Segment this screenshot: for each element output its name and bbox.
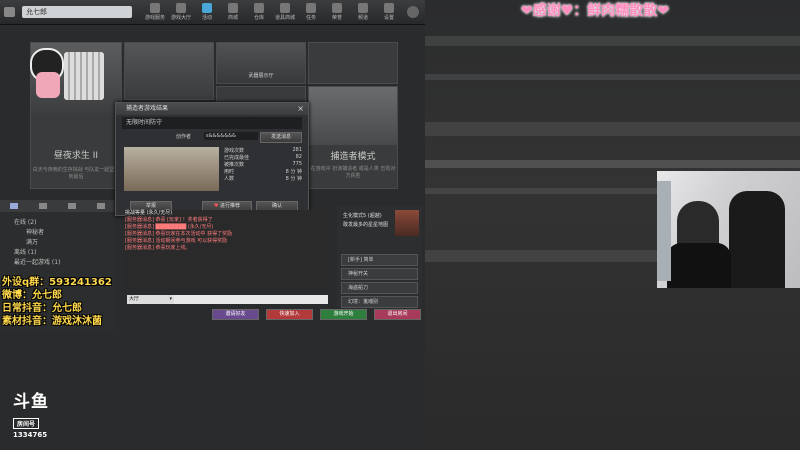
settings-icon bbox=[384, 3, 394, 13]
chevron-down-icon: ▾ bbox=[169, 296, 172, 302]
chat-line: [服务器消息] 活动期间参与游戏 可以获得奖励 bbox=[125, 238, 228, 244]
storage-icon bbox=[254, 3, 264, 13]
glitch-band bbox=[425, 122, 800, 136]
service-icon bbox=[150, 3, 160, 13]
sticker-body bbox=[36, 72, 60, 98]
glitch-band bbox=[425, 74, 800, 80]
stat-row: 已完成最佳 82 bbox=[224, 154, 302, 161]
nav-item[interactable]: 活动 bbox=[194, 1, 220, 23]
dialog-title: 捕造者游戏结果 bbox=[116, 103, 308, 115]
room-option[interactable]: 幻境：鬼魂别 bbox=[341, 296, 418, 308]
mail-tab-icon[interactable] bbox=[96, 203, 105, 209]
quick-join-button[interactable]: 快速加入 bbox=[266, 309, 313, 320]
mode-card-soldier[interactable] bbox=[124, 42, 214, 100]
lobby-icon bbox=[176, 3, 186, 13]
tree-row[interactable]: 离线 (1) bbox=[14, 248, 115, 258]
chat-line: [服务器消息] 恭喜 [玩家] ！奖者获得了 bbox=[125, 217, 213, 223]
clan-tab-icon[interactable] bbox=[39, 203, 48, 209]
overlay-material-douyin: 素材抖音：游戏沐沐菌 bbox=[2, 316, 102, 327]
stat-row: 用时 8 分 钟 bbox=[224, 169, 302, 175]
room-number: 1334765 bbox=[13, 431, 48, 439]
mode-desc: 白天与夜晚的生存挑战 与队友一起坚持到最后 bbox=[32, 167, 120, 180]
mode-card-weapon[interactable]: 武器展示厅 bbox=[216, 42, 306, 84]
nav-item[interactable]: 任务 bbox=[298, 1, 324, 23]
nav-item[interactable]: 商城 bbox=[220, 1, 246, 23]
owner-value: s&&&&&&& bbox=[204, 132, 258, 140]
room-info-panel: 生化模式5 (超越) 敢发最多的星星地图 [新手] 简单 神秘开关 海盗船刀 幻… bbox=[337, 206, 422, 308]
chat-line: [服务器消息] 恭喜玩家上线。 bbox=[125, 245, 191, 251]
mode-image bbox=[309, 87, 397, 145]
map-preview bbox=[124, 147, 219, 191]
mode-card-predator[interactable]: 捕造者模式 在游戏中 扮演捕造者 或是人类 击败对方获胜 bbox=[308, 86, 398, 189]
chat-line: 挑战等量 (永久/无尽) bbox=[125, 210, 173, 216]
event-icon bbox=[202, 3, 212, 13]
item-shop-icon bbox=[280, 3, 290, 13]
shop-icon bbox=[228, 3, 238, 13]
radiator-sticker bbox=[64, 52, 104, 100]
mode-title: 武器展示厅 bbox=[248, 73, 274, 79]
mode-title: 捕造者模式 bbox=[330, 152, 376, 162]
webcam-feed bbox=[657, 171, 800, 288]
tree-row[interactable]: 最近一起游戏 (1) bbox=[14, 258, 115, 268]
power-icon[interactable] bbox=[407, 6, 419, 18]
honor-icon bbox=[332, 3, 342, 13]
stat-row: 游戏次数 281 bbox=[224, 147, 302, 154]
friend-tab-icon[interactable] bbox=[10, 203, 19, 209]
nav-item[interactable]: 游戏大厅 bbox=[168, 1, 194, 23]
close-icon[interactable]: × bbox=[297, 104, 304, 113]
mode-card-challenge[interactable] bbox=[308, 42, 398, 84]
tree-row[interactable]: 神秘者 bbox=[14, 228, 115, 238]
search-input[interactable]: 允七郎 bbox=[22, 6, 132, 18]
shelf bbox=[657, 181, 671, 281]
send-message-button[interactable]: 发送消息 bbox=[260, 132, 302, 143]
stat-row: 人数 8 分 钟 bbox=[224, 176, 302, 182]
stat-row: 被推次数 775 bbox=[224, 161, 302, 168]
tree-row[interactable]: 在线 (2) bbox=[14, 218, 115, 228]
glitch-band bbox=[425, 160, 800, 168]
owner-label: 创作者 bbox=[176, 134, 192, 140]
stats-list: 游戏次数 281 已完成最佳 82 被推次数 775 用时 8 分 钟 人数 8 分 钟 bbox=[224, 147, 302, 182]
streamer-body bbox=[667, 243, 731, 288]
glitch-band bbox=[425, 36, 800, 46]
mode-title: 昼夜求生 II bbox=[53, 151, 99, 161]
start-game-button[interactable]: 游戏开始 bbox=[320, 309, 367, 320]
chat-line: [服务器消息] 恭喜玩家在本次活动中 获得了奖励 bbox=[125, 231, 233, 237]
room-option[interactable]: 海盗船刀 bbox=[341, 282, 418, 294]
mode-desc: 在游戏中 扮演捕造者 或是人类 击败对方获胜 bbox=[310, 166, 396, 179]
room-option[interactable]: 神秘开关 bbox=[341, 268, 418, 280]
leave-room-button[interactable]: 退出房间 bbox=[374, 309, 421, 320]
nav-item[interactable]: 道具商城 bbox=[272, 1, 298, 23]
invite-friends-button[interactable]: 邀请好友 bbox=[212, 309, 259, 320]
menu-icon[interactable] bbox=[4, 7, 15, 17]
result-dialog: 捕造者游戏结果 × 无限时间防守 创作者 s&&&&&&& 发送消息 游戏次数 2… bbox=[115, 102, 309, 216]
friends-tabs bbox=[0, 200, 115, 212]
channel-tab-icon[interactable] bbox=[67, 203, 76, 209]
gaming-chair bbox=[729, 191, 785, 288]
thanks-banner: ❤感谢♥：鲜肉糯散散❤ bbox=[520, 3, 669, 19]
chat-input[interactable] bbox=[174, 295, 328, 304]
channel-icon bbox=[358, 3, 368, 13]
nav-item[interactable]: 仓库 bbox=[246, 1, 272, 23]
nav-item[interactable]: 荣誉 bbox=[324, 1, 350, 23]
room-option[interactable]: [新手] 简单 bbox=[341, 254, 418, 266]
mission-icon bbox=[306, 3, 316, 13]
dialog-subtitle: 无限时间防守 bbox=[122, 117, 302, 129]
douyu-logo: 斗鱼 房间号 1334765 bbox=[13, 393, 58, 439]
nav-item[interactable]: 频道 bbox=[350, 1, 376, 23]
chat-log: 挑战等量 (永久/无尽) [服务器消息] 恭喜 [玩家] ！奖者获得了 [服务器… bbox=[125, 210, 330, 290]
chat-line: [服务器消息] ████████ (永久/无尽) bbox=[125, 224, 214, 230]
tree-row[interactable]: 满万 bbox=[14, 238, 115, 248]
boss-portrait bbox=[395, 210, 419, 236]
nav-item[interactable]: 游戏服务 bbox=[142, 1, 168, 23]
nav-item[interactable]: 设置 bbox=[376, 1, 402, 23]
chat-channel-select[interactable]: 大厅 ▾ bbox=[127, 295, 174, 304]
